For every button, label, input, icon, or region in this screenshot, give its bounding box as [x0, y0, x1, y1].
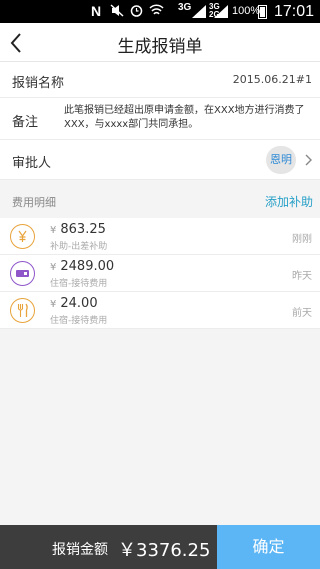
- header: 生成报销单: [0, 23, 320, 62]
- reimbursement-form: 报销名称 2015.06.21#1 备注 此笔报销已经超出原申请金额，在XXX地…: [0, 62, 320, 180]
- note-label: 备注: [12, 115, 39, 130]
- item-amount: ¥863.25: [50, 222, 106, 237]
- title-value[interactable]: 2015.06.21#1: [233, 73, 312, 86]
- total-label: 报销金额: [52, 542, 108, 558]
- battery-icon: [258, 5, 267, 19]
- confirm-button[interactable]: 确定: [217, 525, 320, 569]
- item-category: 补助-出差补助: [50, 242, 108, 252]
- expense-list: ¥863.25 补助-出差补助 刚刚 ¥2489.00 住宿-接待费用 昨天 ¥…: [0, 218, 320, 329]
- title-row[interactable]: 报销名称 2015.06.21#1: [0, 62, 320, 98]
- item-time: 刚刚: [292, 234, 312, 245]
- status-icons: [110, 4, 164, 17]
- signal-icon-2: [214, 5, 228, 18]
- signal-icon: [192, 5, 206, 18]
- item-category: 住宿-接待费用: [50, 316, 108, 326]
- list-item[interactable]: ¥24.00 住宿-接待费用 前天: [0, 292, 320, 329]
- item-time: 前天: [292, 308, 312, 319]
- approver-label: 审批人: [12, 156, 52, 171]
- status-bar: N 3G 3G 2G 100% 17:01: [0, 0, 320, 23]
- mute-icon: [110, 4, 124, 17]
- expense-details-label: 费用明细: [12, 196, 56, 209]
- chevron-right-icon: [305, 154, 312, 166]
- approver-row[interactable]: 审批人 恩明: [0, 140, 320, 180]
- item-time: 昨天: [292, 271, 312, 282]
- total-box: 报销金额 ￥3376.25: [0, 525, 217, 569]
- total-value: ￥3376.25: [118, 540, 211, 561]
- fork-knife-icon: [10, 298, 35, 323]
- item-category: 住宿-接待费用: [50, 279, 108, 289]
- bottom-bar: 报销金额 ￥3376.25 确定: [0, 525, 320, 569]
- item-amount: ¥2489.00: [50, 259, 115, 274]
- add-allowance-link[interactable]: 添加补助: [265, 193, 313, 210]
- ticket-icon: [10, 261, 35, 286]
- yen-icon: [10, 224, 35, 249]
- page-title: 生成报销单: [117, 37, 203, 57]
- list-item[interactable]: ¥2489.00 住宿-接待费用 昨天: [0, 255, 320, 292]
- title-label: 报销名称: [12, 76, 65, 91]
- clock: 17:01: [273, 3, 314, 20]
- wifi-icon: [149, 4, 164, 15]
- note-text[interactable]: 此笔报销已经超出原申请金额，在XXX地方进行消费了XXX，与xxxx部门共同承担…: [64, 104, 314, 132]
- item-amount: ¥24.00: [50, 296, 98, 311]
- note-row[interactable]: 备注 此笔报销已经超出原申请金额，在XXX地方进行消费了XXX，与xxxx部门共…: [0, 98, 320, 140]
- battery-percent: 100%: [232, 5, 261, 17]
- n-notification-icon: N: [91, 3, 102, 19]
- alarm-icon: [130, 5, 143, 17]
- list-item[interactable]: ¥863.25 补助-出差补助 刚刚: [0, 218, 320, 255]
- approver-avatar[interactable]: 恩明: [266, 146, 296, 174]
- expense-details-header: 费用明细 添加补助: [0, 184, 320, 216]
- network-type-1: 3G: [178, 2, 192, 13]
